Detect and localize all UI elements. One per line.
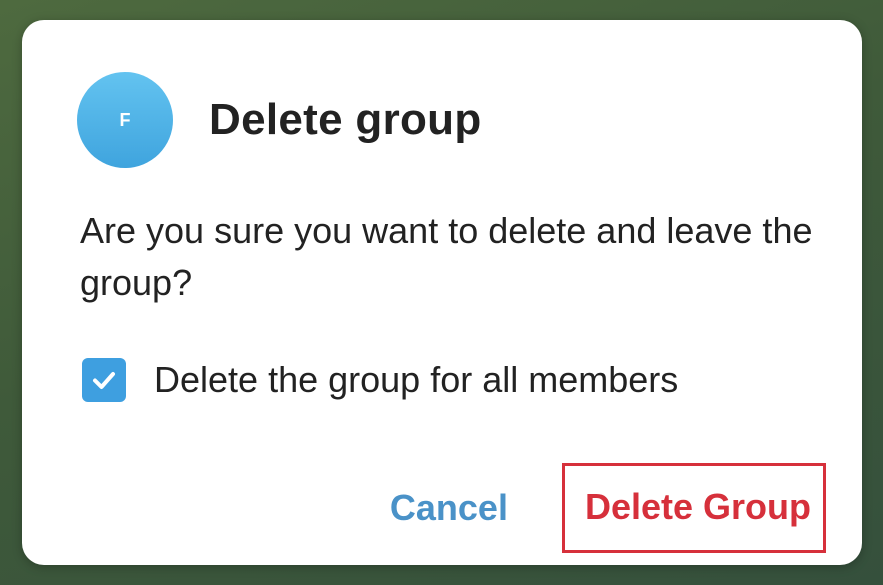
cancel-button[interactable]: Cancel bbox=[390, 487, 508, 529]
delete-for-all-checkbox[interactable] bbox=[82, 358, 126, 402]
dialog-header: F Delete group bbox=[77, 72, 482, 168]
delete-group-button[interactable]: Delete Group bbox=[585, 486, 811, 528]
dialog-actions: Cancel Delete Group bbox=[390, 463, 826, 553]
dialog-message: Are you sure you want to delete and leav… bbox=[80, 210, 813, 303]
delete-for-all-label[interactable]: Delete the group for all members bbox=[154, 359, 678, 401]
group-avatar: F bbox=[77, 72, 173, 168]
dialog-title: Delete group bbox=[209, 95, 482, 144]
delete-group-highlight: Delete Group bbox=[561, 463, 826, 553]
avatar-initial: F bbox=[119, 109, 131, 130]
delete-for-all-option[interactable]: Delete the group for all members bbox=[82, 358, 678, 402]
checkmark-icon bbox=[93, 372, 115, 389]
delete-group-dialog: F Delete group Are you sure you want to … bbox=[22, 20, 862, 565]
